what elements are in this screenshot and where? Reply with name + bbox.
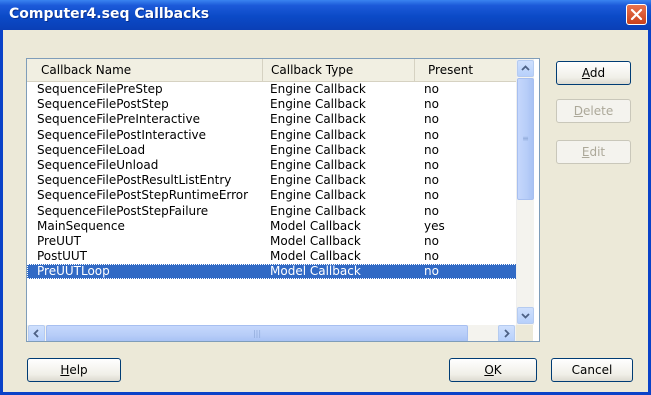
callback-type-cell: Engine Callback [270, 97, 366, 112]
callback-name-cell: SequenceFilePreStep [37, 82, 163, 96]
callback-type-cell: Engine Callback [270, 127, 366, 142]
window-title: Computer4.seq Callbacks [9, 6, 210, 22]
callback-type-cell: Model Callback [270, 233, 361, 248]
cancel-button-label: Cancel [571, 363, 613, 377]
present-cell: no [424, 264, 439, 279]
close-x-icon [630, 8, 643, 21]
title-bar[interactable]: Computer4.seq Callbacks [0, 0, 651, 30]
callback-type-cell: Engine Callback [270, 157, 366, 172]
list-header: Callback Name Callback Type Present [27, 59, 517, 82]
table-row[interactable]: SequenceFilePostStep Engine Callback no [27, 97, 517, 112]
callback-type-cell: Engine Callback [270, 173, 366, 188]
callback-name-cell: SequenceFilePostResultListEntry [37, 173, 232, 188]
callbacks-list[interactable]: Callback Name Callback Type Present Sequ… [26, 58, 540, 342]
column-header-callback-type[interactable]: Callback Type [263, 59, 415, 81]
ok-button-label: K [493, 363, 502, 377]
present-cell: yes [424, 218, 445, 233]
edit-button[interactable]: Edit [556, 140, 631, 164]
arrow-left-icon [33, 329, 39, 338]
callback-type-cell: Engine Callback [270, 188, 366, 203]
callback-name-cell: SequenceFilePostStepRuntimeError [37, 188, 249, 203]
help-button[interactable]: Help [27, 358, 121, 382]
table-row[interactable]: PreUUTLoop Model Callback no [27, 264, 517, 280]
scroll-right-button[interactable] [498, 325, 515, 341]
table-row[interactable]: SequenceFileUnload Engine Callback no [27, 158, 517, 173]
ok-button[interactable]: OK [449, 358, 537, 382]
vertical-scroll-thumb[interactable]: ≡ [517, 78, 534, 200]
present-cell: no [424, 249, 439, 264]
present-cell: no [424, 188, 439, 203]
callback-name-cell: SequenceFileLoad [37, 142, 146, 157]
scroll-up-button[interactable] [517, 60, 534, 77]
help-button-mnemonic: H [60, 363, 70, 377]
present-cell: no [424, 157, 439, 172]
table-row[interactable]: SequenceFilePostResultListEntry Engine Ca… [27, 173, 517, 188]
scroll-down-button[interactable] [517, 307, 534, 324]
grip-icon: ≡ [522, 134, 529, 143]
table-row[interactable]: SequenceFileLoad Engine Callback no [27, 143, 517, 158]
help-button-label: elp [69, 363, 88, 377]
add-button-mnemonic: A [581, 66, 590, 80]
close-button[interactable] [626, 4, 647, 25]
cancel-button[interactable]: Cancel [551, 358, 633, 382]
vertical-scrollbar[interactable]: ≡ [516, 59, 534, 325]
scroll-left-button[interactable] [28, 325, 45, 341]
present-cell: no [424, 203, 439, 218]
callback-name-cell: PreUUTLoop [37, 264, 110, 279]
present-cell: no [424, 233, 439, 248]
delete-button-mnemonic: D [573, 104, 584, 118]
callback-name-cell: PostUUT [37, 249, 88, 264]
edit-button-label: dit [589, 145, 606, 159]
callback-name-cell: MainSequence [37, 218, 125, 233]
callback-type-cell: Model Callback [270, 218, 361, 233]
callback-type-cell: Engine Callback [270, 112, 366, 127]
column-header-present[interactable]: Present [415, 59, 517, 81]
arrow-up-icon [521, 65, 530, 71]
present-cell: no [424, 142, 439, 157]
callback-name-cell: SequenceFileUnload [37, 157, 159, 172]
callback-name-cell: SequenceFilePostStepFailure [37, 203, 209, 218]
delete-button[interactable]: Delete [556, 99, 631, 123]
callback-type-cell: Model Callback [270, 249, 361, 264]
present-cell: no [424, 112, 439, 127]
table-row[interactable]: SequenceFilePostStepFailure Engine Callba… [27, 204, 517, 219]
callback-type-cell: Engine Callback [270, 142, 366, 157]
arrow-right-icon [504, 329, 510, 338]
table-row[interactable]: SequenceFilePreInteractive Engine Callbac… [27, 112, 517, 127]
table-row[interactable]: SequenceFilePostInteractive Engine Callba… [27, 128, 517, 143]
table-row[interactable]: SequenceFilePreStep Engine Callback no [27, 82, 517, 97]
scrollbar-corner [516, 325, 533, 341]
table-row[interactable]: PostUUT Model Callback no [27, 249, 517, 264]
present-cell: no [424, 127, 439, 142]
table-row[interactable]: PreUUT Model Callback no [27, 234, 517, 249]
delete-button-label: elete [583, 104, 614, 118]
present-cell: no [424, 82, 439, 96]
add-button-label: dd [589, 66, 606, 80]
callback-name-cell: SequenceFilePreInteractive [37, 112, 200, 127]
callback-name-cell: SequenceFilePostStep [37, 97, 169, 112]
table-row[interactable]: MainSequence Model Callback yes [27, 219, 517, 234]
callback-name-cell: PreUUT [37, 233, 81, 248]
ok-button-mnemonic: O [484, 363, 494, 377]
add-button[interactable]: Add [556, 61, 631, 85]
horizontal-scroll-thumb[interactable]: ||| [46, 325, 468, 341]
horizontal-scrollbar[interactable]: ||| [27, 325, 516, 341]
grip-icon: ||| [252, 328, 262, 338]
present-cell: no [424, 97, 439, 112]
present-cell: no [424, 173, 439, 188]
callback-name-cell: SequenceFilePostInteractive [37, 127, 207, 142]
column-header-callback-name[interactable]: Callback Name [27, 59, 263, 81]
list-rows: SequenceFilePreStep Engine Callback no Sequ… [27, 82, 517, 280]
table-row[interactable]: SequenceFilePostStepRuntimeError Engine C… [27, 188, 517, 203]
callbacks-dialog: Computer4.seq Callbacks Callback Name Ca… [0, 0, 651, 395]
callback-type-cell: Engine Callback [270, 203, 366, 218]
callback-type-cell: Engine Callback [270, 82, 366, 96]
arrow-down-icon [521, 313, 530, 319]
callback-type-cell: Model Callback [270, 264, 361, 279]
